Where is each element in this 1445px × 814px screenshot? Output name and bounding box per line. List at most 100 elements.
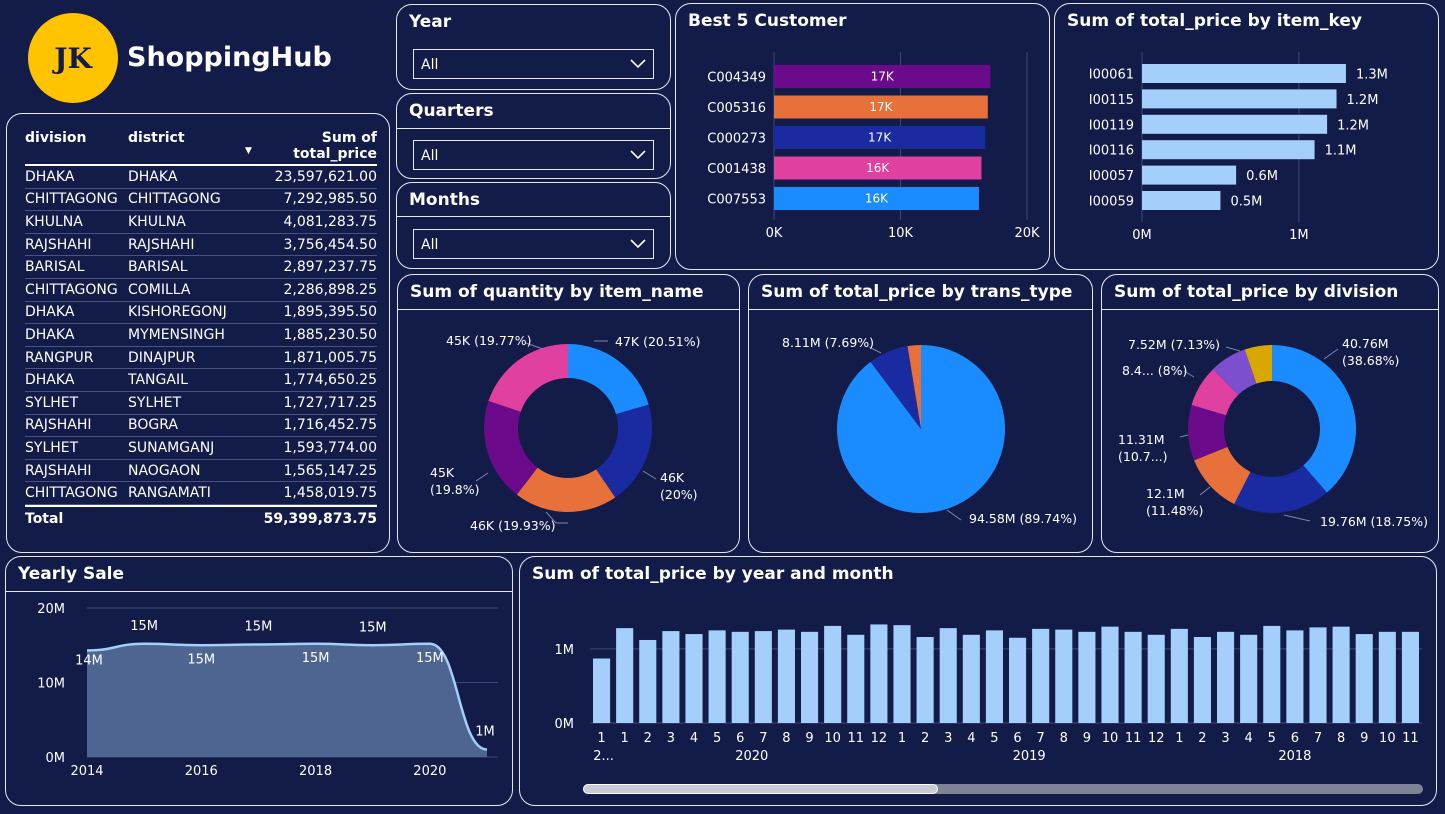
bar — [1142, 89, 1337, 109]
category-label: I00115 — [1089, 93, 1134, 108]
x-tick-label: 8 — [782, 731, 790, 746]
table-row[interactable]: RAJSHAHI BOGRA 1,716,452.75 — [25, 415, 377, 438]
cell-total-price: 1,593,774.00 — [283, 439, 377, 456]
months-slicer-title: Months — [409, 190, 481, 210]
scrollbar-thumb[interactable] — [583, 784, 938, 794]
cell-district: BOGRA — [128, 417, 178, 434]
slice-label: 8.11M (7.69%) — [782, 335, 874, 350]
bar — [1142, 114, 1328, 134]
quarters-dropdown[interactable]: All — [413, 140, 654, 170]
bar — [777, 629, 795, 723]
cell-district: DHAKA — [128, 168, 178, 185]
year-dropdown[interactable]: All — [413, 49, 654, 79]
data-label: 15M — [416, 651, 444, 666]
cell-total-price: 1,716,452.75 — [283, 417, 377, 434]
months-dropdown[interactable]: All — [413, 229, 654, 259]
x-tick-label: 20K — [1014, 226, 1040, 241]
table-row[interactable]: DHAKA TANGAIL 1,774,650.25 — [25, 369, 377, 392]
bar — [662, 631, 680, 723]
x-tick-label: 5 — [713, 731, 721, 746]
table-row[interactable]: CHITTAGONG CHITTAGONG 7,292,985.50 — [25, 189, 377, 212]
table-row[interactable]: CHITTAGONG COMILLA 2,286,898.25 — [25, 279, 377, 302]
x-tick-label: 2020 — [413, 764, 446, 779]
table-row[interactable]: DHAKA DHAKA 23,597,621.00 — [25, 166, 377, 189]
y-tick-label: 0M — [555, 717, 575, 732]
x-tick-label: 0K — [766, 226, 783, 241]
cell-total-price: 7,292,985.50 — [283, 191, 377, 208]
cell-district: MYMENSINGH — [128, 326, 225, 343]
cell-district: RAJSHAHI — [128, 236, 195, 253]
table-row[interactable]: DHAKA KISHOREGONJ 1,895,395.50 — [25, 302, 377, 325]
slice-label: 40.76M (38.68%) — [1342, 336, 1399, 368]
x-tick-label: 2 — [644, 731, 652, 746]
quarters-slicer-title: Quarters — [409, 101, 494, 121]
chevron-down-icon — [630, 150, 646, 160]
header-sum-total-price[interactable]: Sum of total_price ▼ — [243, 130, 377, 162]
table-row[interactable]: RAJSHAHI NAOGAON 1,565,147.25 — [25, 460, 377, 483]
cell-division: CHITTAGONG — [25, 485, 118, 502]
bar — [1355, 634, 1373, 723]
table-row[interactable]: DHAKA MYMENSINGH 1,885,230.50 — [25, 324, 377, 347]
x-tick-label: 9 — [1083, 731, 1091, 746]
x-tick-label: 2018 — [299, 764, 332, 779]
cell-division: SYLHET — [25, 439, 79, 456]
x-tick-label: 3 — [944, 731, 952, 746]
chevron-down-icon — [630, 59, 646, 69]
quantity-panel: Sum of quantity by item_name 47K (20.51%… — [397, 274, 740, 553]
data-label: 1M — [475, 725, 495, 740]
bar — [985, 630, 1003, 723]
header-division[interactable]: division — [25, 130, 128, 146]
district-table: division district Sum of total_price ▼ D… — [25, 126, 377, 531]
x-tick-label: 12 — [871, 731, 888, 746]
bar — [1032, 628, 1050, 723]
table-row[interactable]: SYLHET SYLHET 1,727,717.25 — [25, 392, 377, 415]
leader-line — [1199, 486, 1211, 496]
table-row[interactable]: CHITTAGONG RANGAMATI 1,458,019.75 — [25, 482, 377, 505]
data-label: 1.2M — [1337, 118, 1369, 133]
table-row[interactable]: RAJSHAHI RAJSHAHI 3,756,454.50 — [25, 234, 377, 257]
data-label: 1.2M — [1347, 93, 1379, 108]
item-key-panel: Sum of total_price by item_key 0M 1M I0006… — [1054, 3, 1439, 270]
x-tick-label: 2016 — [185, 764, 218, 779]
cell-total-price: 4,081,283.75 — [283, 213, 377, 230]
horizontal-scrollbar[interactable] — [583, 784, 1423, 794]
leader-line — [1323, 348, 1339, 360]
bar — [731, 631, 749, 723]
x-tick-label: 10 — [1102, 731, 1119, 746]
cell-district: KHULNA — [128, 213, 186, 230]
category-label: I00116 — [1089, 144, 1134, 159]
brand-name: ShoppingHub — [127, 42, 332, 73]
cell-district: SYLHET — [128, 394, 182, 411]
table-row[interactable]: SYLHET SUNAMGANJ 1,593,774.00 — [25, 437, 377, 460]
bar — [847, 634, 865, 723]
bar — [708, 630, 726, 723]
x-tick-label: 1 — [621, 731, 629, 746]
slice-label: 11.31M (10.7...) — [1118, 432, 1168, 464]
cell-district: TANGAIL — [128, 372, 188, 389]
x-tick-label: 1 — [597, 731, 605, 746]
table-row[interactable]: BARISAL BARISAL 2,897,237.75 — [25, 256, 377, 279]
cell-total-price: 1,458,019.75 — [283, 485, 377, 502]
cell-total-price: 2,897,237.75 — [283, 259, 377, 276]
table-row[interactable]: RANGPUR DINAJPUR 1,871,005.75 — [25, 347, 377, 370]
category-label: I00119 — [1089, 118, 1134, 133]
quantity-chart: 47K (20.51%) 46K (20%) 46K (19.93%) 45K (19.8… — [430, 333, 701, 533]
table-row[interactable]: KHULNA KHULNA 4,081,283.75 — [25, 211, 377, 234]
data-label: 16K — [866, 161, 890, 175]
header-district[interactable]: district — [128, 130, 243, 146]
data-label: 15M — [245, 620, 273, 635]
division-chart: 40.76M (38.68%) 19.76M (18.75%) 12.1M (11.48… — [1118, 336, 1428, 529]
category-label: C004349 — [707, 71, 766, 86]
data-label: 14M — [75, 653, 103, 668]
slice-label: 7.52M (7.13%) — [1128, 337, 1220, 352]
year-dropdown-value: All — [421, 57, 439, 73]
data-label: 16K — [865, 192, 889, 206]
bar — [1401, 631, 1419, 723]
best-customer-panel: Best 5 Customer 0K 10K 20K C004349 17K C00531… — [675, 3, 1050, 270]
leader-line — [475, 472, 489, 482]
x-tick-label: 12 — [1148, 731, 1165, 746]
slice-label: 47K (20.51%) — [615, 334, 701, 349]
x-tick-label: 10K — [888, 226, 914, 241]
bar — [1378, 631, 1396, 723]
bar — [1142, 165, 1237, 185]
